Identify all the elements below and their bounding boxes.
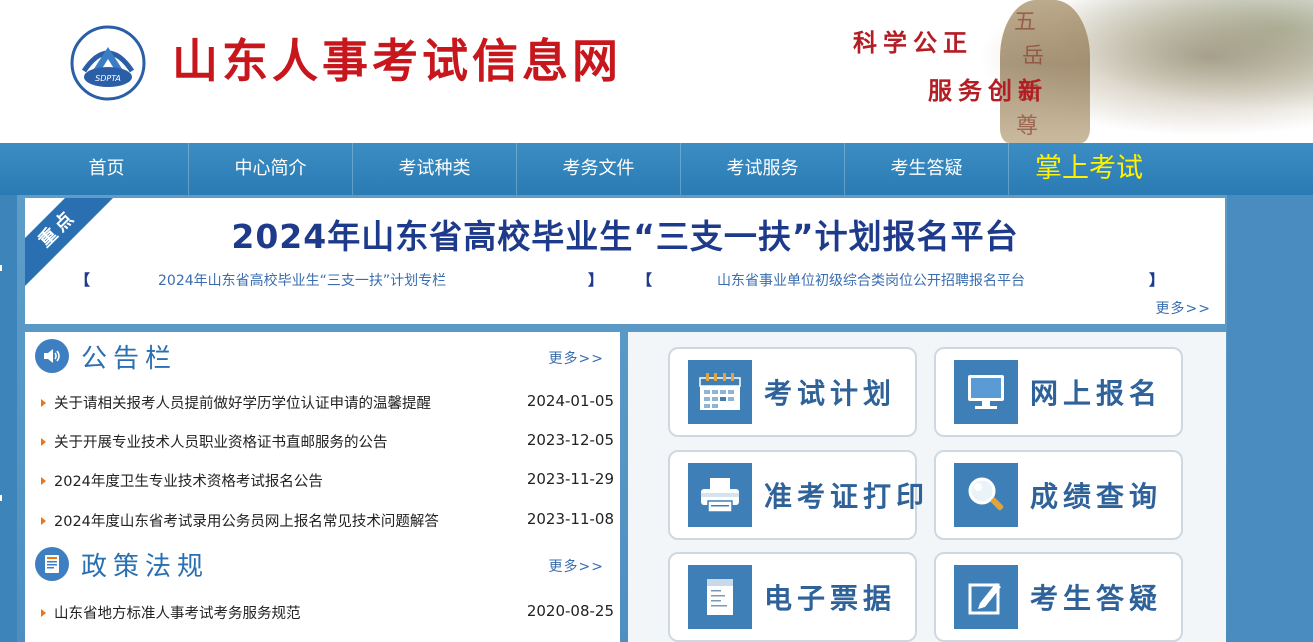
- candidate-faq-button[interactable]: 考生答疑: [934, 552, 1183, 642]
- notice-item[interactable]: 2024年度卫生专业技术资格考试报名公告 2023-11-29: [41, 470, 616, 494]
- electronic-receipt-label: 电子票据: [764, 582, 897, 615]
- bullet-arrow-icon: [41, 399, 46, 407]
- notice-header: 公告栏: [35, 337, 177, 375]
- bracket-close: 】: [1149, 271, 1165, 289]
- calendar-icon: [688, 360, 752, 424]
- rock-char: 五: [1014, 10, 1037, 35]
- admission-ticket-print-button[interactable]: 准考证打印: [668, 450, 924, 540]
- notice-item[interactable]: 关于开展专业技术人员职业资格证书直邮服务的公告 2023-12-05: [41, 431, 616, 455]
- bullet-arrow-icon: [41, 438, 46, 446]
- monitor-icon: [954, 360, 1018, 424]
- speaker-icon: [35, 339, 69, 373]
- highlight-link-recruitment[interactable]: 山东省事业单位初级综合类岗位公开招聘报名平台: [717, 270, 1025, 290]
- site-title[interactable]: 山东人事考试信息网: [172, 38, 622, 84]
- edit-icon: [954, 565, 1018, 629]
- online-registration-label: 网上报名: [1030, 377, 1163, 410]
- bracket-close: 】: [588, 271, 604, 289]
- strip-mark: [0, 495, 2, 501]
- nav-item-home[interactable]: 首页: [25, 143, 189, 195]
- site-header: SDPTA 山东人事考试信息网 五 岳 独 尊 科学公正 服务创新: [0, 0, 1313, 143]
- right-side-strip: [1227, 195, 1313, 642]
- highlight-banner: 重点 2024年山东省高校毕业生“三支一扶”计划报名平台 【 2024年山东省高…: [25, 198, 1225, 324]
- strip-mark: [0, 265, 2, 271]
- online-registration-button[interactable]: 网上报名: [934, 347, 1183, 437]
- bracket-open: 【: [637, 271, 653, 289]
- notice-title: 公告栏: [81, 343, 178, 374]
- admission-ticket-print-label: 准考证打印: [764, 480, 930, 513]
- policy-date: 2020-08-25: [526, 602, 614, 620]
- exam-plan-label: 考试计划: [764, 377, 897, 410]
- notice-text[interactable]: 2024年度山东省考试录用公务员网上报名常见技术问题解答: [54, 514, 439, 530]
- notice-item[interactable]: 2024年度山东省考试录用公务员网上报名常见技术问题解答 2023-11-08: [41, 510, 616, 534]
- nav-item-exam-services[interactable]: 考试服务: [681, 143, 845, 195]
- bracket-open: 【: [75, 271, 91, 289]
- score-query-button[interactable]: 成绩查询: [934, 450, 1183, 540]
- notebook-icon: [35, 547, 69, 581]
- policy-title: 政策法规: [81, 551, 210, 582]
- notice-text[interactable]: 2024年度卫生专业技术资格考试报名公告: [54, 474, 323, 490]
- bullet-arrow-icon: [41, 609, 46, 617]
- highlight-title[interactable]: 2024年山东省高校毕业生“三支一扶”计划报名平台: [25, 210, 1225, 258]
- notice-more-link[interactable]: 更多>>: [549, 348, 604, 368]
- score-query-label: 成绩查询: [1030, 480, 1163, 513]
- left-side-strip: [0, 195, 17, 642]
- notice-text[interactable]: 关于开展专业技术人员职业资格证书直邮服务的公告: [54, 435, 388, 451]
- notice-panel: 公告栏 更多>> 关于请相关报考人员提前做好学历学位认证申请的温馨提醒 2024…: [25, 332, 620, 642]
- notice-date: 2024-01-05: [526, 392, 614, 410]
- policy-item[interactable]: 山东省地方标准人事考试考务服务规范 2020-08-25: [41, 602, 616, 626]
- policy-more-link[interactable]: 更多>>: [549, 556, 604, 576]
- bullet-arrow-icon: [41, 477, 46, 485]
- nav-item-exam-types[interactable]: 考试种类: [353, 143, 517, 195]
- sdpta-logo-icon[interactable]: SDPTA: [70, 25, 146, 101]
- notice-text[interactable]: 关于请相关报考人员提前做好学历学位认证申请的温馨提醒: [54, 396, 431, 412]
- printer-icon: [688, 463, 752, 527]
- nav-item-faq[interactable]: 考生答疑: [845, 143, 1009, 195]
- bullet-arrow-icon: [41, 517, 46, 525]
- electronic-receipt-button[interactable]: 电子票据: [668, 552, 917, 642]
- rock-char: 尊: [1016, 114, 1039, 139]
- slogan-line1: 科学公正: [853, 28, 973, 57]
- candidate-faq-label: 考生答疑: [1030, 582, 1163, 615]
- highlight-link-sanzhiyifu[interactable]: 2024年山东省高校毕业生“三支一扶”计划专栏: [158, 270, 446, 290]
- notice-date: 2023-11-29: [526, 470, 614, 488]
- nav-item-mobile-exam[interactable]: 掌上考试: [1009, 143, 1169, 195]
- document-icon: [688, 565, 752, 629]
- nav-item-about[interactable]: 中心简介: [189, 143, 353, 195]
- exam-plan-button[interactable]: 考试计划: [668, 347, 917, 437]
- logo-text: SDPTA: [95, 74, 121, 83]
- slogan-line2: 服务创新: [928, 76, 1048, 105]
- notice-date: 2023-11-08: [526, 510, 614, 528]
- nav-item-exam-documents[interactable]: 考务文件: [517, 143, 681, 195]
- policy-text[interactable]: 山东省地方标准人事考试考务服务规范: [54, 606, 301, 622]
- magnifier-icon: [954, 463, 1018, 527]
- policy-header: 政策法规: [35, 545, 209, 583]
- notice-item[interactable]: 关于请相关报考人员提前做好学历学位认证申请的温馨提醒 2024-01-05: [41, 392, 616, 416]
- highlight-more-link[interactable]: 更多>>: [1156, 298, 1211, 318]
- service-panel: 考试计划 网上报名 准考证打印 成绩查询 电子票据 考生答疑: [628, 332, 1226, 642]
- rock-char: 岳: [1022, 44, 1045, 69]
- notice-date: 2023-12-05: [526, 431, 614, 449]
- main-nav: 首页 中心简介 考试种类 考务文件 考试服务 考生答疑 掌上考试: [0, 143, 1313, 195]
